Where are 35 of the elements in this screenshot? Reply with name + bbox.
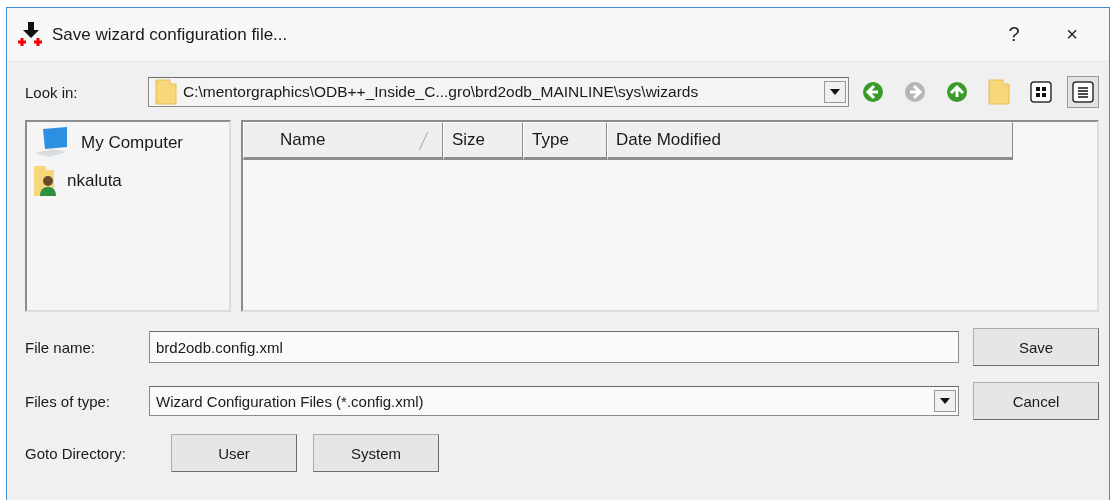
file-name-label: File name: <box>25 338 97 356</box>
directory-button[interactable]: System <box>313 434 439 472</box>
details-view-icon <box>1072 81 1094 103</box>
look-in-dropdown[interactable]: C:\mentorgraphics\ODB++_Inside_C...gro\brd2odb_MAINLINE\sys\wizards <box>148 77 849 107</box>
file-type-label: Files of type: <box>25 392 112 410</box>
details-view-button[interactable] <box>1067 76 1099 108</box>
place-item[interactable]: My Computer <box>33 126 223 160</box>
window-title: Save wizard configuration file... <box>52 24 289 45</box>
column-header[interactable]: Name <box>243 122 443 160</box>
folder-icon <box>988 79 1010 105</box>
directory-button[interactable]: User <box>171 434 297 472</box>
column-header[interactable]: Type <box>523 122 607 160</box>
place-item[interactable]: nkaluta <box>33 164 223 198</box>
dropdown-button[interactable] <box>824 81 846 103</box>
column-header[interactable]: Size <box>443 122 523 160</box>
file-type-value: Wizard Configuration Files (*.config.xml) <box>156 392 425 410</box>
file-name-field[interactable]: brd2odb.config.xml <box>149 331 959 363</box>
place-label: nkaluta <box>67 171 122 191</box>
folder-icon <box>155 79 177 105</box>
close-button[interactable]: × <box>1047 14 1097 55</box>
place-label: My Computer <box>81 133 184 153</box>
column-header[interactable]: Date Modified <box>607 122 1013 160</box>
caret-icon <box>940 398 950 404</box>
file-type-dropdown[interactable]: Wizard Configuration Files (*.config.xml) <box>149 386 959 416</box>
save-button[interactable]: Save <box>973 328 1099 366</box>
dropdown-button[interactable] <box>934 390 956 412</box>
user-folder-icon <box>33 165 59 197</box>
grid-view-icon <box>1030 81 1052 103</box>
help-button[interactable]: ? <box>989 14 1039 55</box>
app-icon <box>18 21 44 48</box>
goto-directory-label: Goto Directory: <box>25 444 127 462</box>
path-text: C:\mentorgraphics\ODB++_Inside_C...gro\brd2odb_MAINLINE\sys\wizards <box>183 83 700 101</box>
caret-icon <box>830 89 840 95</box>
look-in-label: Look in: <box>25 83 79 101</box>
cancel-button[interactable]: Cancel <box>973 382 1099 420</box>
